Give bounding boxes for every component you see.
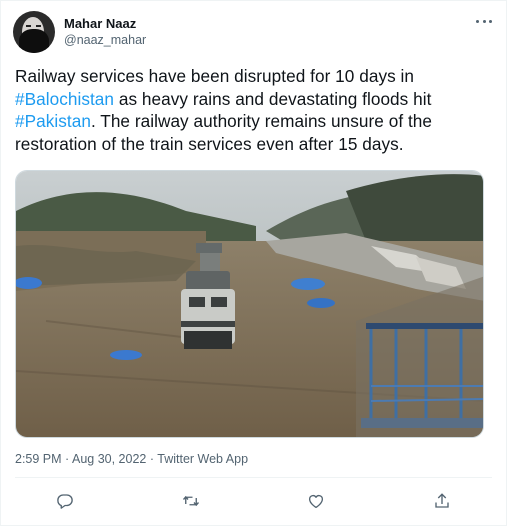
hashtag-link[interactable]: #Pakistan (15, 111, 91, 131)
reply-button[interactable] (47, 490, 83, 512)
tweet-actions (47, 490, 460, 512)
author-handle[interactable]: @naaz_mahar (64, 32, 146, 48)
flood-photo (16, 171, 483, 437)
tweet-source[interactable]: Twitter Web App (157, 452, 248, 466)
tweet-text: Railway services have been disrupted for… (15, 65, 495, 155)
share-icon (435, 493, 449, 508)
like-icon (309, 494, 324, 509)
tweet-meta: 2:59 PM · Aug 30, 2022 · Twitter Web App (15, 452, 248, 466)
meta-separator: · (61, 452, 72, 466)
meta-separator: · (146, 452, 158, 466)
divider (15, 477, 492, 478)
tweet-text-part: Railway services have been disrupted for… (15, 66, 415, 86)
tweet-time[interactable]: 2:59 PM (15, 452, 62, 466)
tweet-header: Mahar Naaz @naaz_mahar (13, 11, 494, 55)
more-icon[interactable] (476, 13, 492, 29)
retweet-icon (182, 495, 199, 507)
tweet-text-part: as heavy rains and devastating floods hi… (114, 88, 432, 109)
hashtag-link[interactable]: #Balochistan (15, 89, 114, 109)
author-display-name[interactable]: Mahar Naaz (64, 15, 146, 32)
author-block: Mahar Naaz @naaz_mahar (64, 15, 146, 48)
avatar[interactable] (13, 11, 55, 53)
like-button[interactable] (298, 490, 334, 512)
retweet-button[interactable] (173, 490, 209, 512)
tweet-media-photo[interactable] (15, 170, 484, 438)
reply-icon (57, 494, 73, 509)
tweet-date[interactable]: Aug 30, 2022 (72, 452, 146, 466)
share-button[interactable] (424, 490, 460, 512)
tweet-card: Mahar Naaz @naaz_mahar Railway services … (0, 0, 507, 526)
